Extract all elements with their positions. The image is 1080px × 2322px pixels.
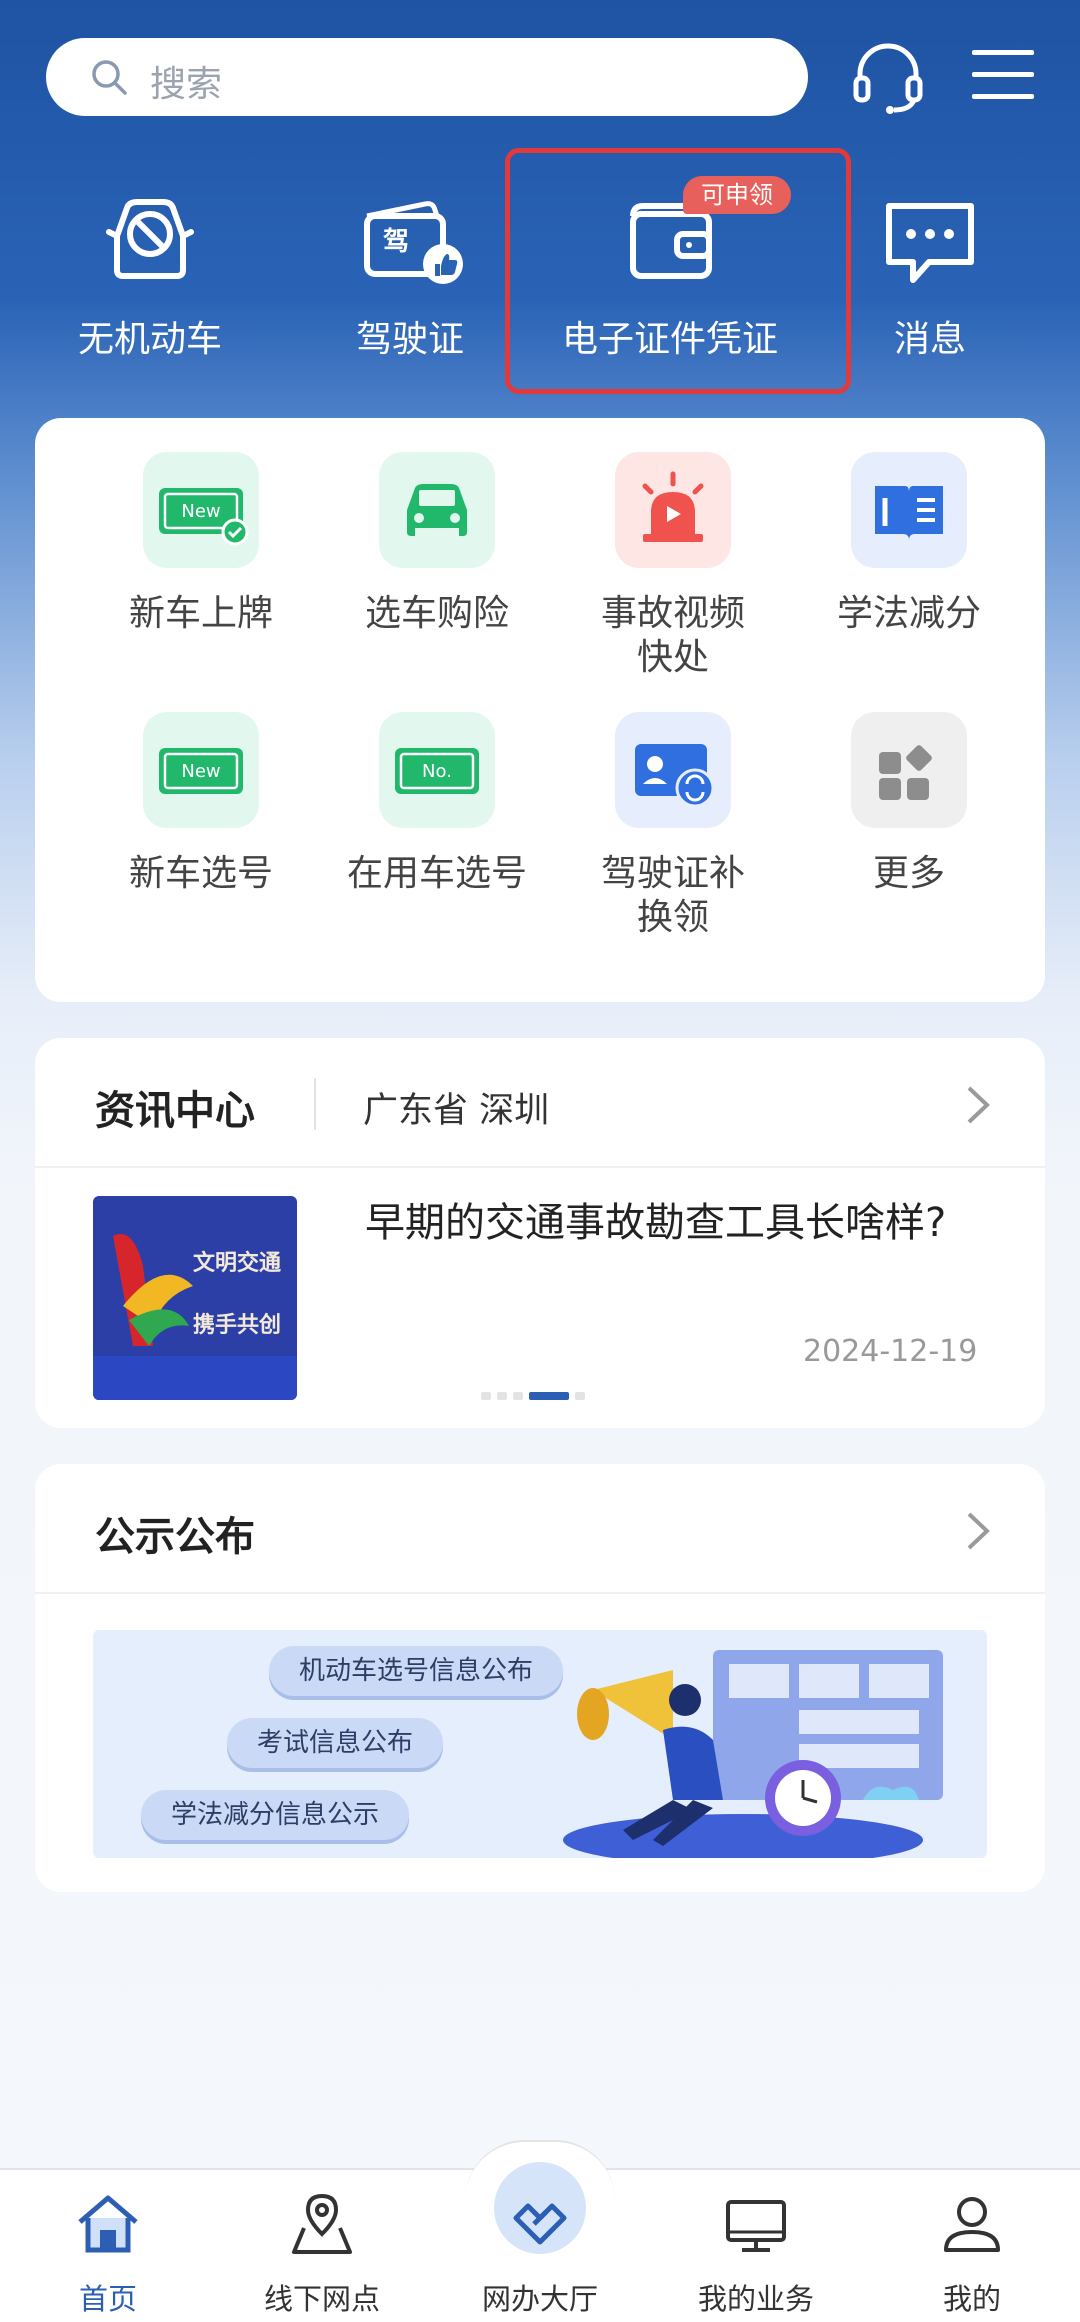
svg-text:New: New bbox=[181, 501, 220, 522]
divider bbox=[35, 1592, 1045, 1594]
claimable-badge: 可申领 bbox=[683, 176, 791, 214]
service-label: 新车上牌 bbox=[128, 593, 273, 634]
carousel-dot bbox=[575, 1392, 585, 1400]
no-car-icon bbox=[106, 199, 194, 279]
divider bbox=[35, 1166, 1045, 1168]
service-label: 事故视频 快处 bbox=[600, 593, 745, 678]
alarm-light-icon bbox=[615, 452, 731, 568]
svg-text:文明交通: 文明交通 bbox=[193, 1250, 281, 1276]
notice-pill[interactable]: 考试信息公布 bbox=[227, 1718, 444, 1768]
shortcut-messages[interactable]: 消息 bbox=[820, 180, 1040, 380]
svg-text:New: New bbox=[181, 761, 220, 782]
nav-label: 网办大厅 bbox=[481, 2282, 598, 2316]
news-headline[interactable]: 早期的交通事故勘查工具长啥样? bbox=[365, 1198, 985, 1248]
news-section-title: 资讯中心 bbox=[95, 1088, 255, 1134]
svg-text:驾: 驾 bbox=[383, 227, 409, 257]
nav-online-hall[interactable]: 网办大厅 bbox=[440, 2180, 640, 2320]
new-plate-icon: New bbox=[143, 452, 259, 568]
nav-mine[interactable]: 我的 bbox=[872, 2180, 1072, 2320]
map-location-icon bbox=[292, 2193, 352, 2254]
nav-label: 线下网点 bbox=[263, 2282, 380, 2316]
notice-banner[interactable]: 机动车选号信息公布 考试信息公布 学法减分信息公示 bbox=[93, 1630, 987, 1858]
divider bbox=[314, 1078, 316, 1130]
menu-icon[interactable] bbox=[968, 44, 1038, 106]
carousel-dot bbox=[497, 1392, 507, 1400]
book-icon bbox=[851, 452, 967, 568]
carousel-indicator bbox=[481, 1392, 585, 1400]
search-bar[interactable]: 搜索 bbox=[46, 38, 808, 116]
new-number-icon: New bbox=[143, 712, 259, 828]
nav-label: 我的业务 bbox=[697, 2282, 814, 2316]
carousel-dot bbox=[481, 1392, 491, 1400]
online-hall-icon bbox=[513, 2203, 567, 2245]
chevron-right-icon[interactable] bbox=[957, 1506, 997, 1556]
service-label: 更多 bbox=[872, 853, 945, 894]
service-label: 新车选号 bbox=[128, 853, 273, 894]
notice-pill[interactable]: 机动车选号信息公布 bbox=[269, 1646, 564, 1696]
license-like-icon: 驾 bbox=[364, 201, 463, 284]
news-thumbnail[interactable]: 文明交通 携手共创 bbox=[93, 1196, 297, 1400]
car-insurance-icon bbox=[379, 452, 495, 568]
chevron-right-icon[interactable] bbox=[957, 1080, 997, 1130]
region-selector[interactable]: 广东省 深圳 bbox=[363, 1082, 549, 1133]
carousel-dot-active bbox=[529, 1392, 569, 1400]
shortcut-no-vehicle[interactable]: 无机动车 bbox=[40, 180, 260, 380]
no-plate-icon: No. bbox=[379, 712, 495, 828]
search-placeholder: 搜索 bbox=[150, 64, 223, 105]
notice-pill[interactable]: 学法减分信息公示 bbox=[141, 1790, 410, 1840]
service-label: 学法减分 bbox=[836, 593, 981, 634]
user-icon bbox=[944, 2197, 1000, 2252]
shortcut-label: 消息 bbox=[893, 319, 966, 360]
highlight-box bbox=[505, 148, 851, 394]
shortcut-label: 驾驶证 bbox=[355, 319, 464, 360]
customer-service-icon[interactable] bbox=[850, 40, 926, 116]
services-card: New 新车上牌 选车购险 事故视频 快处 学法减分 New 新车选号 No. … bbox=[35, 418, 1045, 1002]
more-grid-icon bbox=[851, 712, 967, 828]
notice-section-title: 公示公布 bbox=[95, 1514, 255, 1560]
nav-label: 首页 bbox=[78, 2282, 137, 2316]
service-label: 驾驶证补 换领 bbox=[600, 853, 745, 938]
search-icon bbox=[92, 60, 127, 95]
shortcut-label: 无机动车 bbox=[77, 319, 222, 360]
svg-text:No.: No. bbox=[422, 761, 452, 782]
announcement-illustration bbox=[563, 1650, 943, 1858]
nav-my-business[interactable]: 我的业务 bbox=[656, 2180, 856, 2320]
message-icon bbox=[886, 203, 974, 283]
nav-label: 我的 bbox=[942, 2282, 1001, 2316]
home-icon bbox=[78, 2195, 138, 2253]
news-date: 2024-12-19 bbox=[803, 1334, 978, 1369]
notice-card: 公示公布 机动车选号信息公布 考试信息公布 学法减分信息公示 bbox=[35, 1464, 1045, 1892]
monitor-icon bbox=[726, 2200, 786, 2252]
nav-home[interactable]: 首页 bbox=[8, 2180, 208, 2320]
license-renew-icon bbox=[615, 712, 731, 828]
carousel-dot bbox=[513, 1392, 523, 1400]
service-label: 选车购险 bbox=[364, 593, 509, 634]
service-label: 在用车选号 bbox=[346, 853, 527, 894]
news-card: 资讯中心 广东省 深圳 文明交通 携手共创 早期的交通事故勘查工具长啥样? 20… bbox=[35, 1038, 1045, 1428]
shortcut-driving-license[interactable]: 驾 驾驶证 bbox=[300, 180, 520, 380]
svg-text:携手共创: 携手共创 bbox=[193, 1312, 281, 1338]
nav-offline-outlets[interactable]: 线下网点 bbox=[222, 2180, 422, 2320]
